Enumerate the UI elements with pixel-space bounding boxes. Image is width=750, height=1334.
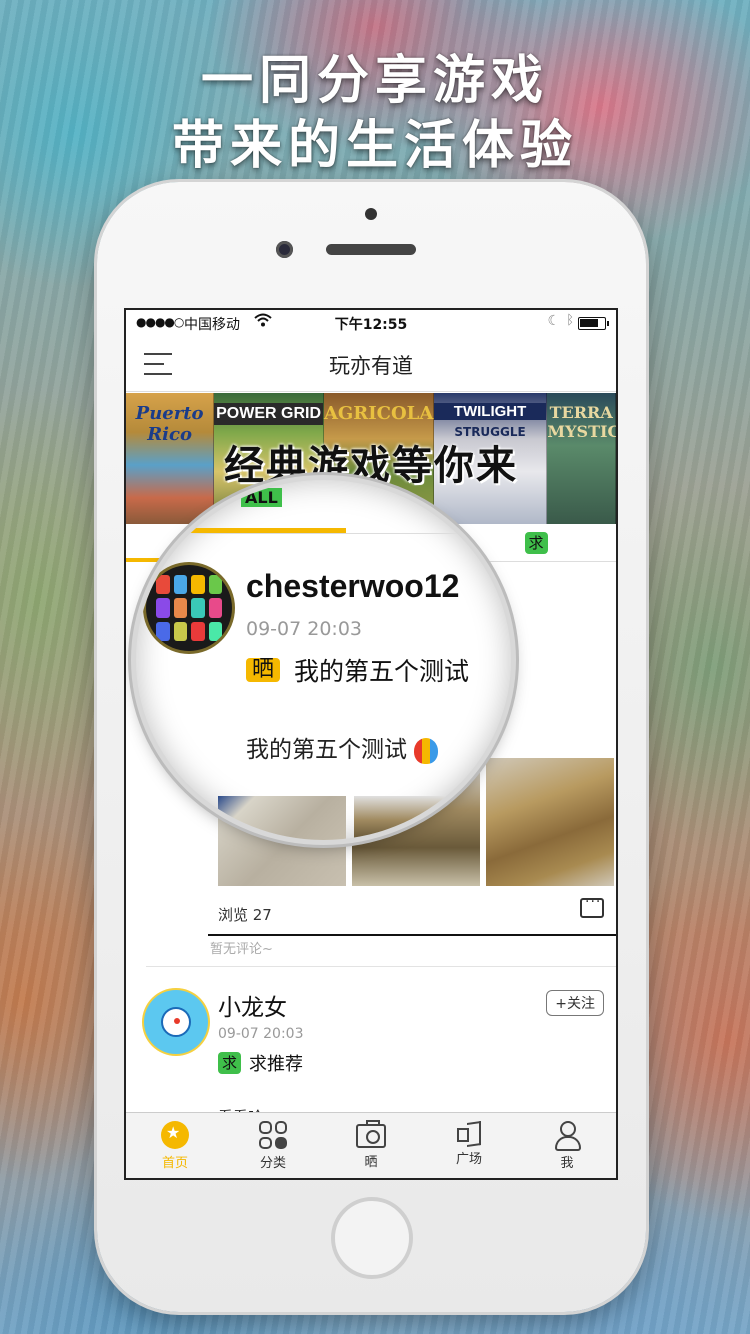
phone-screen: ●●●●○ 中国移动 下午12:55 ☾ ᛒ 玩亦有道 Puerto Rico … [124, 308, 618, 1180]
avatar[interactable] [144, 990, 208, 1054]
post-image [218, 796, 346, 840]
doraemon-icon [161, 1007, 191, 1037]
view-count: 浏览 27 [218, 906, 272, 924]
category-icon [259, 1121, 287, 1149]
avatar[interactable] [146, 565, 232, 651]
post-username[interactable]: chesterwoo12 [246, 568, 459, 605]
tab-category[interactable]: 分类 [224, 1113, 322, 1178]
post-date: 09-07 20:03 [218, 1026, 304, 1042]
feed-post[interactable]: 小龙女 09-07 20:03 求 求推荐 +关注 看看哈 [126, 968, 616, 1126]
camera-icon [356, 1120, 386, 1148]
comment-icon[interactable] [580, 894, 604, 918]
tab-all-label[interactable]: ALL [241, 488, 282, 507]
moon-icon: ☾ [547, 313, 560, 329]
follow-button[interactable]: +关注 [546, 990, 604, 1016]
tab-home[interactable]: 首页 [126, 1113, 224, 1178]
proximity-sensor [365, 208, 377, 220]
home-icon [161, 1121, 189, 1149]
front-camera [276, 241, 293, 258]
person-icon [554, 1121, 581, 1151]
post-title-text: 我的第五个测试 [294, 657, 470, 686]
post-body: 我的第五个测试 [246, 730, 439, 764]
tab-label: 首页 [161, 1156, 188, 1171]
balloon-icon [414, 737, 439, 764]
post-tag: 求 [218, 1052, 242, 1074]
post-image [354, 796, 482, 840]
tab-label: 分类 [259, 1156, 286, 1171]
tab-qiu-label: 求 [524, 532, 548, 554]
divider [208, 934, 616, 936]
post-title: 求 求推荐 [218, 1050, 303, 1076]
divider [136, 533, 511, 534]
post-date: 09-07 20:03 [246, 618, 363, 640]
megaphone-icon [455, 1121, 483, 1145]
bluetooth-icon: ᛒ [566, 313, 574, 328]
earpiece-speaker [326, 244, 416, 255]
tab-label: 我 [560, 1156, 574, 1171]
post-tag: 晒 [246, 658, 281, 682]
tab-plaza[interactable]: 广场 [420, 1113, 518, 1178]
status-time: 下午12:55 [334, 317, 408, 333]
battery-icon [578, 317, 609, 330]
tab-qiu[interactable]: 求 [524, 524, 548, 562]
status-bar: ●●●●○ 中国移动 下午12:55 ☾ ᛒ [126, 310, 616, 336]
page-title: 玩亦有道 [329, 354, 413, 378]
home-button[interactable] [331, 1197, 413, 1279]
tab-label: 广场 [455, 1152, 482, 1167]
headline-line1: 一同分享游戏 [200, 51, 549, 111]
tab-me[interactable]: 我 [518, 1113, 616, 1178]
magnifier-lens: ALL chesterwoo12 09-07 20:03 晒 我的第五个测试 我… [136, 480, 511, 840]
nav-bar: 玩亦有道 [126, 336, 616, 392]
tab-share[interactable]: 晒 [322, 1113, 420, 1178]
tab-label: 晒 [364, 1155, 378, 1170]
no-comment-text: 暂无评论~ [210, 942, 273, 957]
post-title-text: 求推荐 [249, 1054, 304, 1075]
post-images [218, 796, 482, 840]
post-title: 晒 我的第五个测试 [246, 652, 469, 688]
post-username[interactable]: 小龙女 [218, 988, 287, 1022]
headline-line2: 带来的生活体验 [171, 116, 578, 176]
bottom-tab-bar: 首页 分类 晒 广场 我 [126, 1112, 616, 1178]
post-separator [146, 966, 616, 967]
